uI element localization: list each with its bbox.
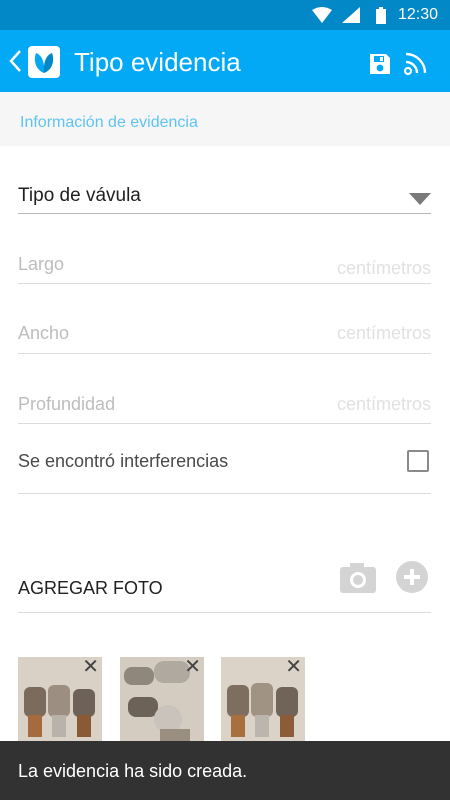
status-time: 12:30 [397, 6, 438, 23]
length-field[interactable]: Largo centímetros [18, 250, 431, 284]
page-title: Tipo evidencia [74, 47, 241, 77]
battery-icon [376, 7, 386, 24]
back-icon[interactable] [8, 48, 22, 74]
remove-photo-icon[interactable]: ✕ [285, 657, 302, 677]
save-icon[interactable] [368, 52, 392, 76]
width-field[interactable]: Ancho centímetros [18, 320, 431, 354]
remove-photo-icon[interactable]: ✕ [184, 657, 201, 677]
app-logo [28, 46, 60, 78]
signal-icon [342, 7, 360, 23]
app-bar: Tipo evidencia [0, 30, 450, 92]
wifi-icon [312, 7, 332, 23]
leaf-icon [34, 53, 54, 73]
section-title: Información de evidencia [20, 114, 198, 131]
width-placeholder: Ancho [18, 323, 70, 343]
photo-thumbnail[interactable]: ✕ [120, 657, 204, 747]
section-header: Información de evidencia [0, 92, 450, 146]
depth-field[interactable]: Profundidad centímetros [18, 390, 431, 424]
photo-thumbnail[interactable]: ✕ [221, 657, 305, 747]
camera-icon[interactable] [340, 563, 376, 593]
status-bar: 12:30 [0, 0, 450, 30]
photo-thumbnail[interactable]: ✕ [18, 657, 102, 747]
interference-row[interactable]: Se encontró interferencias [18, 440, 431, 494]
add-photo-row: AGREGAR FOTO [18, 561, 431, 613]
depth-unit: centímetros [336, 394, 431, 414]
snackbar-message: La evidencia ha sido creada. [18, 761, 248, 781]
valve-type-label: Tipo de vávula [18, 185, 141, 206]
remove-photo-icon[interactable]: ✕ [82, 657, 99, 677]
length-placeholder: Largo [18, 254, 65, 274]
depth-placeholder: Profundidad [18, 394, 116, 414]
snackbar: La evidencia ha sido creada. [0, 741, 450, 800]
add-photo-label: AGREGAR FOTO [18, 578, 163, 598]
rss-icon[interactable] [403, 50, 429, 76]
interference-label: Se encontró interferencias [18, 451, 229, 471]
add-photo-button[interactable] [396, 561, 428, 593]
width-unit: centímetros [336, 323, 431, 343]
length-unit: centímetros [336, 258, 431, 278]
valve-type-dropdown[interactable]: Tipo de vávula [18, 180, 431, 214]
interference-checkbox[interactable] [407, 450, 429, 472]
dropdown-arrow-icon [409, 193, 431, 205]
